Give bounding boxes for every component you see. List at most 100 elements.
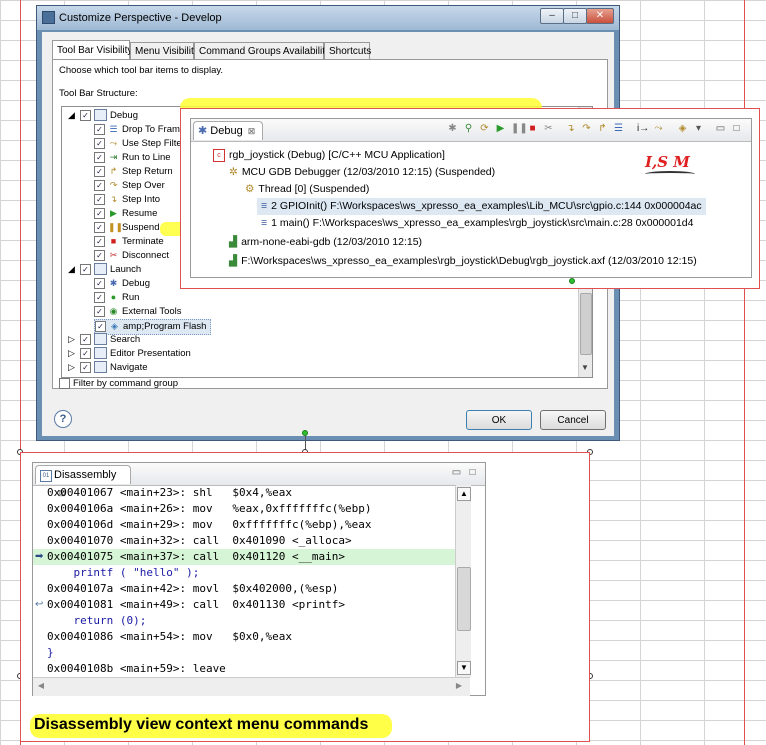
- tab-tool-bar-visibility[interactable]: Tool Bar Visibility: [52, 40, 132, 60]
- scroll-up-icon[interactable]: ▲: [457, 487, 471, 501]
- rotation-handle[interactable]: [302, 430, 308, 436]
- scroll-down-icon[interactable]: ▼: [457, 661, 471, 675]
- checkbox[interactable]: ✓: [80, 361, 91, 373]
- selection-handle[interactable]: [569, 278, 575, 284]
- tree-item-editor-presentation-group[interactable]: ▷ ✓ Editor Presentation: [66, 347, 191, 361]
- terminate-icon[interactable]: ■: [527, 123, 538, 134]
- checkbox[interactable]: ✓: [95, 320, 106, 332]
- minimize-view-icon[interactable]: ▭: [451, 467, 462, 478]
- use-step-filters-icon[interactable]: ⤳: [653, 123, 664, 134]
- checkbox[interactable]: ✓: [80, 263, 91, 275]
- tab-menu-visibility[interactable]: Menu Visibility: [130, 42, 199, 60]
- scrollbar-thumb[interactable]: [457, 567, 471, 631]
- remove-terminated-icon[interactable]: ✱: [447, 123, 458, 134]
- tree-item-run[interactable]: ✓ ● Run: [94, 291, 139, 305]
- tree-item-use-step-filters[interactable]: ✓ ⤳ Use Step Filters: [94, 137, 190, 151]
- maximize-button[interactable]: □: [563, 8, 587, 24]
- ok-button[interactable]: OK: [466, 410, 532, 430]
- checkbox[interactable]: ✓: [94, 249, 105, 261]
- checkbox[interactable]: ✓: [94, 123, 105, 135]
- tree-item-external-tools[interactable]: ✓ ◉ External Tools: [94, 305, 182, 319]
- source-line: }: [47, 646, 54, 659]
- tree-item-search-group[interactable]: ▷ ✓ Search: [66, 333, 140, 347]
- checkbox[interactable]: ✓: [94, 291, 105, 303]
- toolbar-group-icon: [94, 333, 107, 346]
- launch-rgb-joystick[interactable]: c rgb_joystick (Debug) [C/C++ MCU Applica…: [213, 147, 445, 164]
- filter-by-command-group[interactable]: Filter by command group: [59, 378, 178, 389]
- tree-item-disconnect[interactable]: ✓ ✂ Disconnect: [94, 249, 169, 263]
- tree-item-launch-debug[interactable]: ✓ ✱ Debug: [94, 277, 150, 291]
- axf-process[interactable]: ▟ F:\Workspaces\ws_xpresso_ea_examples\rg…: [229, 253, 697, 270]
- checkbox[interactable]: ✓: [94, 179, 105, 191]
- tree-item-run-to-line[interactable]: ✓ ⇥ Run to Line: [94, 151, 171, 165]
- checkbox[interactable]: ✓: [94, 165, 105, 177]
- checkbox[interactable]: ✓: [94, 235, 105, 247]
- disconnect-icon[interactable]: ✂: [543, 123, 554, 134]
- connect-icon[interactable]: ⚲: [463, 123, 474, 134]
- disassembly-line: 0x0040106a <main+26>: mov %eax,0xfffffff…: [47, 502, 372, 515]
- dialog-title: Customize Perspective - Develop: [59, 12, 222, 24]
- collapse-triangle-icon[interactable]: ◢: [66, 264, 77, 274]
- tree-item-navigate-group[interactable]: ▷ ✓ Navigate: [66, 361, 148, 375]
- expand-triangle-icon[interactable]: ▷: [66, 348, 77, 358]
- collapse-triangle-icon[interactable]: ◢: [66, 110, 77, 120]
- drop-to-frame-icon[interactable]: ☰: [613, 123, 624, 134]
- dialog-titlebar[interactable]: Customize Perspective - Develop – □ ✕: [37, 6, 619, 30]
- minimize-button[interactable]: –: [540, 8, 564, 24]
- checkbox[interactable]: ✓: [80, 347, 91, 359]
- tab-command-groups-availability[interactable]: Command Groups Availability: [194, 42, 330, 60]
- disassembly-vertical-scrollbar[interactable]: ▲ ▼: [455, 485, 471, 677]
- checkbox[interactable]: ✓: [94, 193, 105, 205]
- tree-item-suspend[interactable]: ✓ ❚❚Suspend: [94, 221, 160, 235]
- checkbox[interactable]: ✓: [94, 207, 105, 219]
- restart-icon[interactable]: ⟳: [479, 123, 490, 134]
- step-return-icon[interactable]: ↱: [597, 123, 608, 134]
- checkbox[interactable]: ✓: [94, 221, 105, 233]
- expand-triangle-icon[interactable]: ▷: [66, 334, 77, 344]
- stack-frame-main[interactable]: ≡ 1 main() F:\Workspaces\ws_xpresso_ea_ex…: [261, 215, 693, 232]
- thread-0[interactable]: ⚙ Thread [0] (Suspended): [245, 181, 369, 198]
- tree-item-terminate[interactable]: ✓ ■ Terminate: [94, 235, 164, 249]
- tree-item-step-over[interactable]: ✓ ↷ Step Over: [94, 179, 165, 193]
- checkbox[interactable]: ✓: [94, 277, 105, 289]
- expand-triangle-icon[interactable]: ▷: [66, 362, 77, 372]
- tree-item-debug-group[interactable]: ◢ ✓ Debug: [66, 109, 138, 123]
- scroll-down-icon[interactable]: ▼: [580, 363, 590, 373]
- help-icon[interactable]: ?: [54, 410, 72, 428]
- chevron-down-icon[interactable]: ▾: [693, 123, 704, 134]
- instruction-stepping-icon[interactable]: i→: [637, 123, 649, 134]
- tree-item-launch-group[interactable]: ◢ ✓ Launch: [66, 263, 141, 277]
- suspend-icon[interactable]: ❚❚: [511, 123, 528, 134]
- tree-item-step-into[interactable]: ✓ ↴ Step Into: [94, 193, 160, 207]
- scroll-right-icon[interactable]: ▶: [453, 680, 465, 692]
- checkbox[interactable]: ✓: [94, 151, 105, 163]
- arm-none-eabi-gdb[interactable]: ▟ arm-none-eabi-gdb (12/03/2010 12:15): [229, 234, 422, 251]
- step-into-icon[interactable]: ↴: [565, 123, 576, 134]
- maximize-view-icon[interactable]: □: [467, 467, 478, 478]
- disassembly-view-tab[interactable]: 01 Disassembly ⊠: [35, 465, 131, 498]
- close-button[interactable]: ✕: [586, 8, 614, 24]
- cancel-button[interactable]: Cancel: [540, 410, 606, 430]
- tab-shortcuts[interactable]: Shortcuts: [324, 42, 371, 60]
- tree-item-resume[interactable]: ✓ ▶ Resume: [94, 207, 157, 221]
- checkbox[interactable]: ✓: [80, 333, 91, 345]
- filter-checkbox[interactable]: [59, 378, 70, 389]
- close-icon[interactable]: ⊠: [248, 126, 256, 136]
- checkbox[interactable]: ✓: [80, 109, 91, 121]
- tree-item-step-return[interactable]: ✓ ↱ Step Return: [94, 165, 173, 179]
- scroll-left-icon[interactable]: ◀: [35, 680, 47, 692]
- scrollbar-thumb[interactable]: [580, 293, 592, 355]
- tree-item-drop-to-frame[interactable]: ✓ ☰ Drop To Frame: [94, 123, 185, 137]
- disassembly-code-area[interactable]: ➡ ↩ 0x00401067 <main+23>: shl $0x4,%eax …: [33, 485, 455, 677]
- minimize-view-icon[interactable]: ▭: [715, 123, 726, 134]
- checkbox[interactable]: ✓: [94, 305, 105, 317]
- debug-view-tab[interactable]: ✱ Debug ⊠: [193, 121, 263, 140]
- mcu-gdb-debugger[interactable]: ✲ MCU GDB Debugger (12/03/2010 12:15) (Su…: [229, 164, 495, 181]
- step-over-icon[interactable]: ↷: [581, 123, 592, 134]
- stack-frame-gpioinit[interactable]: ≡ 2 GPIOInit() F:\Workspaces\ws_xpresso_e…: [257, 198, 706, 215]
- maximize-view-icon[interactable]: □: [731, 123, 742, 134]
- checkbox[interactable]: ✓: [94, 137, 105, 149]
- disassembly-horizontal-scrollbar[interactable]: ◀ ▶: [33, 677, 470, 696]
- resume-icon[interactable]: ▶: [495, 123, 506, 134]
- program-flash-icon[interactable]: ◈: [677, 123, 688, 134]
